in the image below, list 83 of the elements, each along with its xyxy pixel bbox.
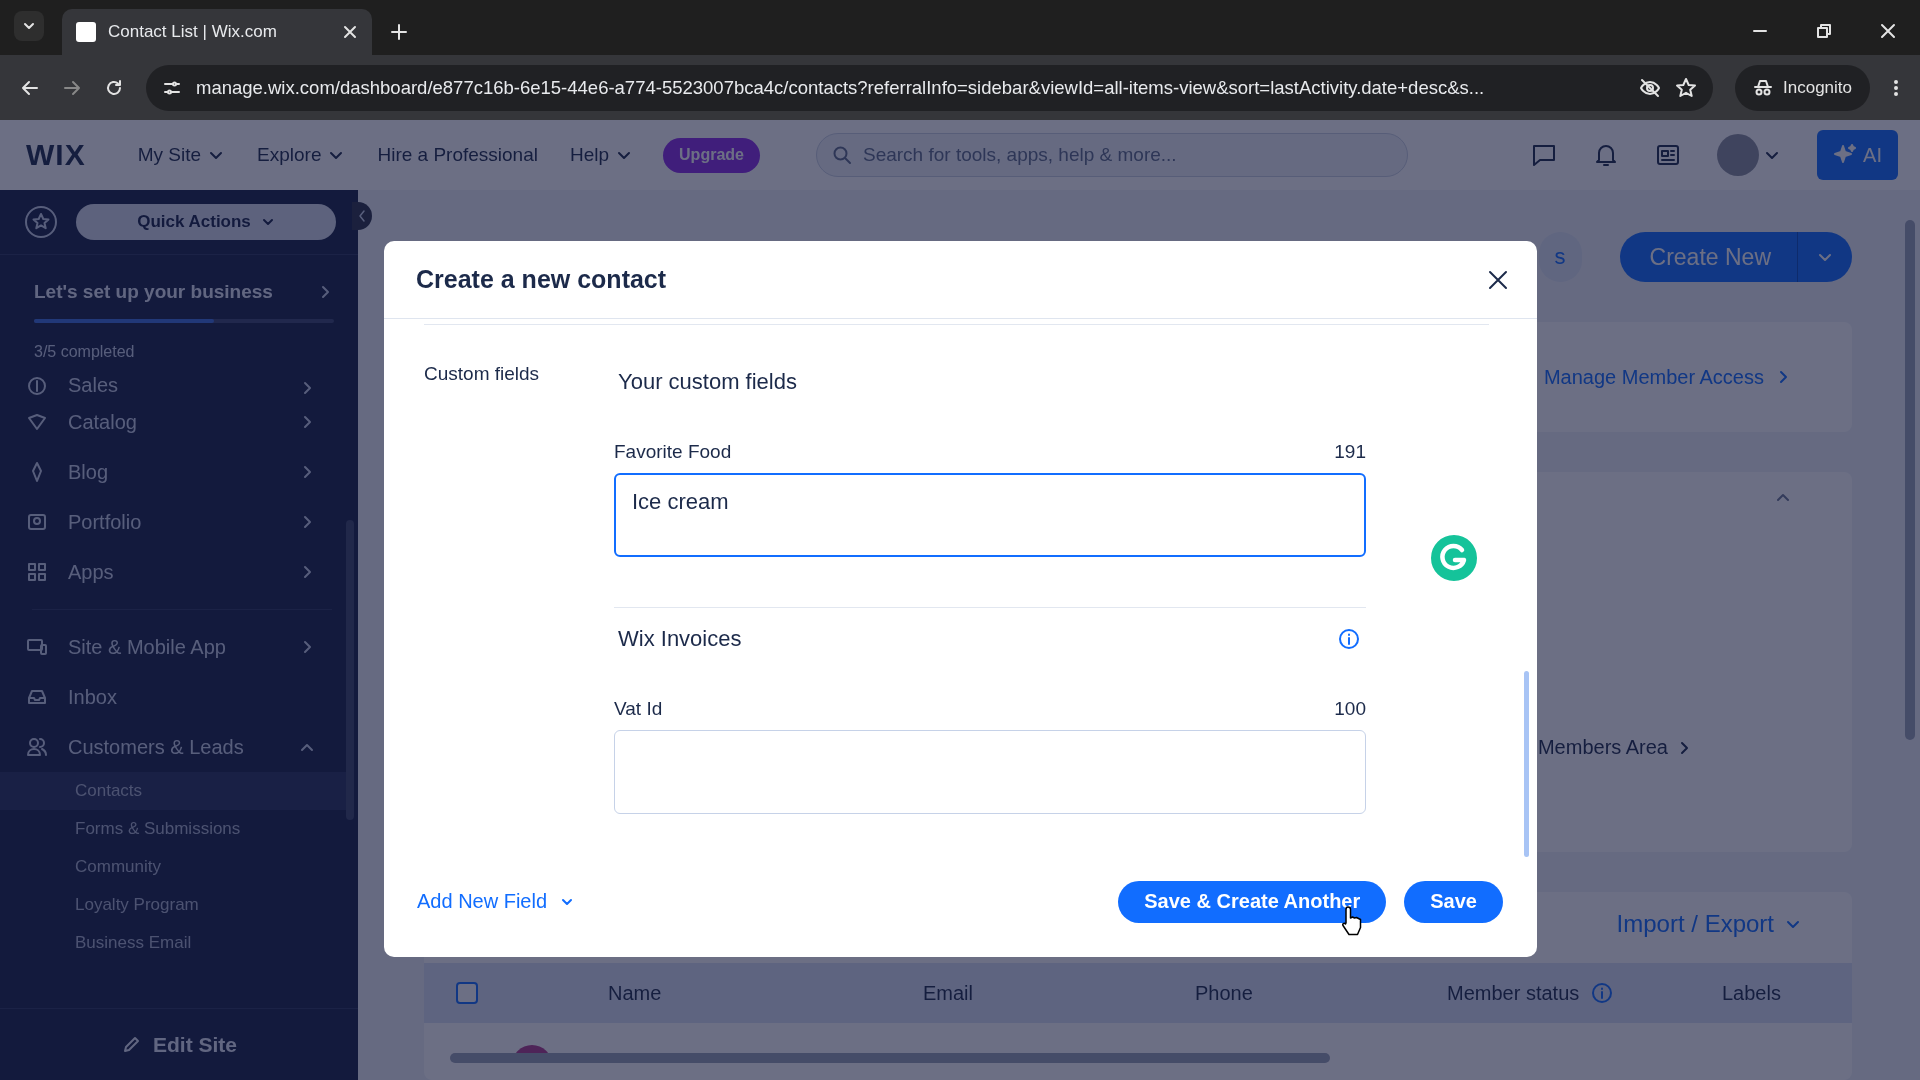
input-field[interactable]: Ice cream <box>614 473 1366 558</box>
import-export-button[interactable]: Import / Export <box>1616 910 1802 938</box>
secondary-button[interactable]: s <box>1538 232 1582 282</box>
sidebar-item[interactable]: Blog <box>0 447 358 497</box>
incognito-badge[interactable]: Incognito <box>1735 64 1870 111</box>
quick-actions-button[interactable]: Quick Actions <box>76 204 336 240</box>
site-favicon-icon <box>76 22 96 42</box>
tab-list-icon[interactable] <box>14 11 44 41</box>
checkbox[interactable] <box>456 982 478 1004</box>
address-bar[interactable]: manage.wix.com/dashboard/e877c16b-6e15-44e6-a774-5523007bca4c/contacts?referralInfo=sidebar&viewId=all-items-view&sort=lastActivity.date+desc&s... <box>146 64 1713 111</box>
sidebar-item[interactable]: Sales <box>0 369 358 397</box>
nav-menu-item[interactable]: Help <box>560 144 644 166</box>
newspaper-icon[interactable] <box>1655 142 1682 168</box>
chat-icon[interactable] <box>1531 142 1558 168</box>
column-header[interactable]: Phone <box>1195 981 1253 1005</box>
sidebar-item[interactable]: Customers & Leads <box>0 722 358 772</box>
collapse-sidebar-icon[interactable] <box>352 202 372 230</box>
save-button[interactable]: Save <box>1404 880 1503 923</box>
sidebar-subitem[interactable]: Forms & Submissions <box>0 810 358 848</box>
manage-member-access-link[interactable]: Manage Member Access <box>1543 365 1792 389</box>
column-header[interactable]: Member status <box>1447 981 1580 1005</box>
browser-tab[interactable]: Contact List | Wix.com <box>62 9 372 55</box>
restore-icon[interactable] <box>1816 23 1832 39</box>
group-title: Your custom fields <box>618 369 797 396</box>
members-area-link[interactable]: Members Area <box>1537 736 1692 759</box>
pencil-icon <box>121 1034 141 1055</box>
sidebar-item[interactable]: Apps <box>0 547 358 597</box>
sidebar-subitem[interactable]: Loyalty Program <box>0 886 358 924</box>
scrollbar-thumb[interactable] <box>1905 220 1915 740</box>
field-label: Favorite Food <box>614 441 732 464</box>
dialog-title: Create a new contact <box>416 265 667 295</box>
search-field[interactable]: Search for tools, apps, help & more... <box>815 133 1408 177</box>
sidebar-item[interactable]: Portfolio <box>0 497 358 547</box>
upgrade-button[interactable]: Upgrade <box>663 137 760 173</box>
incognito-icon <box>1753 77 1773 98</box>
nav-menu-item[interactable]: Hire a Professional <box>367 144 548 166</box>
input-field[interactable] <box>614 730 1366 815</box>
info-icon[interactable] <box>1338 628 1360 651</box>
url-text: manage.wix.com/dashboard/e877c16b-6e15-44e6-a774-5523007bca4c/contacts?referralInfo=sidebar&viewId=all-items-view&sort=lastActivity.date+desc&s... <box>196 76 1486 99</box>
nav-menu-item[interactable]: My Site <box>127 144 236 166</box>
close-icon[interactable] <box>1880 23 1896 39</box>
coin-icon <box>26 375 48 397</box>
nav-menu-item[interactable]: Explore <box>247 144 356 166</box>
create-new-button[interactable]: Create New <box>1619 232 1852 282</box>
grid-icon <box>26 561 48 583</box>
info-icon[interactable] <box>1591 982 1614 1004</box>
logo[interactable]: WIX <box>26 138 86 172</box>
gem-icon <box>26 411 48 433</box>
new-tab-icon[interactable] <box>390 23 408 41</box>
people-icon <box>26 736 48 758</box>
character-counter: 191 <box>1334 441 1366 464</box>
ai-button[interactable]: AI <box>1817 130 1898 180</box>
more-icon[interactable] <box>1892 77 1900 98</box>
sidebar-subitem[interactable]: Community <box>0 848 358 886</box>
tab-title: Contact List | Wix.com <box>108 22 278 42</box>
eye-off-icon[interactable] <box>1639 76 1661 99</box>
reload-icon[interactable] <box>104 77 124 98</box>
setup-link[interactable]: Let's set up your business <box>34 281 273 303</box>
avatar[interactable] <box>1717 134 1760 176</box>
sidebar-item[interactable]: Catalog <box>0 397 358 447</box>
column-header[interactable]: Labels <box>1722 981 1781 1005</box>
group-title: Wix Invoices <box>618 626 742 653</box>
devices-icon <box>26 636 48 658</box>
sidebar-item[interactable]: Inbox <box>0 672 358 722</box>
section-label: Custom fields <box>424 362 541 387</box>
save-button[interactable]: Save & Create Another <box>1118 880 1387 923</box>
sidebar-subitem[interactable]: Business Email <box>0 924 358 962</box>
add-new-field-button[interactable]: Add New Field <box>417 890 576 914</box>
round-logo-icon[interactable] <box>1428 532 1480 584</box>
field-label: Vat Id <box>614 698 663 721</box>
column-header[interactable]: Name <box>608 981 662 1005</box>
scrollbar-thumb[interactable] <box>450 1053 1330 1063</box>
close-icon[interactable] <box>342 24 358 40</box>
image-icon <box>26 511 48 533</box>
close-icon[interactable] <box>1487 268 1509 291</box>
star-icon[interactable] <box>1675 76 1697 99</box>
sidebar-item[interactable]: Site & Mobile App <box>0 622 358 672</box>
character-counter: 100 <box>1334 698 1366 721</box>
search-icon <box>831 145 852 165</box>
progress-text: 3/5 completed <box>34 343 135 360</box>
incognito-label: Incognito <box>1783 77 1852 98</box>
column-header[interactable]: Email <box>923 981 973 1005</box>
scrollbar-thumb[interactable] <box>1524 671 1529 857</box>
